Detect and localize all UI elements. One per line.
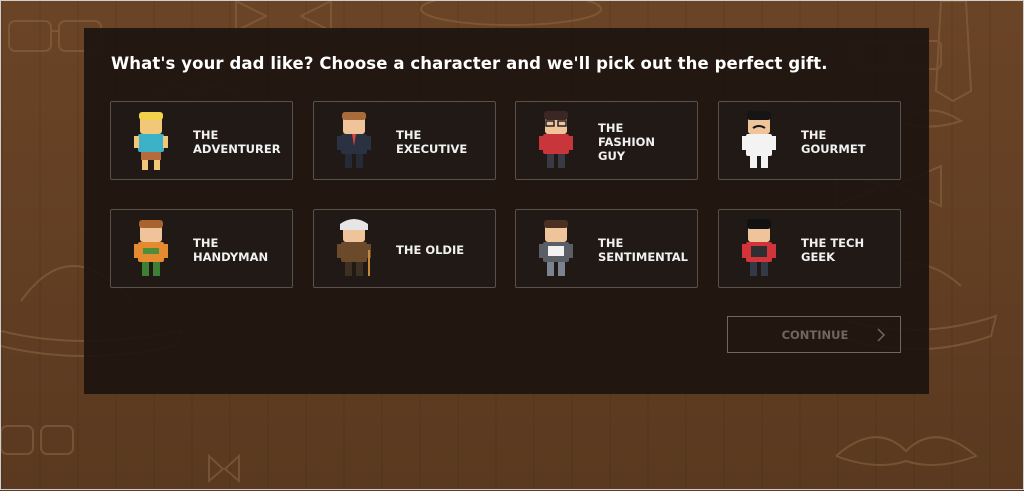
character-name: THE HANDYMAN (193, 235, 269, 264)
character-name: THE FASHION GUY (598, 120, 656, 163)
executive-avatar-icon (337, 112, 371, 168)
character-name: THE OLDIE (396, 242, 465, 257)
fashion-guy-avatar-icon (539, 111, 573, 168)
chevron-right-icon (877, 328, 886, 342)
character-card-sentimental[interactable]: THE SENTIMENTAL (515, 209, 698, 288)
character-name: THE EXECUTIVE (396, 127, 468, 156)
character-card-adventurer[interactable]: THE ADVENTURER (110, 101, 293, 180)
handyman-avatar-icon (134, 220, 168, 276)
gourmet-avatar-icon (742, 111, 776, 168)
character-name: THE ADVENTURER (193, 127, 281, 156)
adventurer-avatar-icon (134, 112, 168, 170)
sentimental-avatar-icon (539, 220, 573, 276)
page-title: What's your dad like? Choose a character… (111, 54, 828, 73)
character-card-gourmet[interactable]: THE GOURMET (718, 101, 901, 180)
character-card-tech-geek[interactable]: THE TECH GEEK (718, 209, 901, 288)
character-card-oldie[interactable]: THE OLDIE (313, 209, 496, 288)
character-card-executive[interactable]: THE EXECUTIVE (313, 101, 496, 180)
character-name: THE TECH GEEK (801, 235, 865, 264)
oldie-avatar-icon (337, 219, 371, 276)
character-name: THE SENTIMENTAL (598, 235, 688, 264)
tech-geek-avatar-icon (742, 219, 776, 276)
character-selection-panel: What's your dad like? Choose a character… (84, 28, 929, 394)
character-card-handyman[interactable]: THE HANDYMAN (110, 209, 293, 288)
page-background: What's your dad like? Choose a character… (0, 0, 1024, 490)
character-card-fashion-guy[interactable]: THE FASHION GUY (515, 101, 698, 180)
character-name: THE GOURMET (801, 127, 866, 156)
continue-button[interactable]: CONTINUE (727, 316, 901, 353)
